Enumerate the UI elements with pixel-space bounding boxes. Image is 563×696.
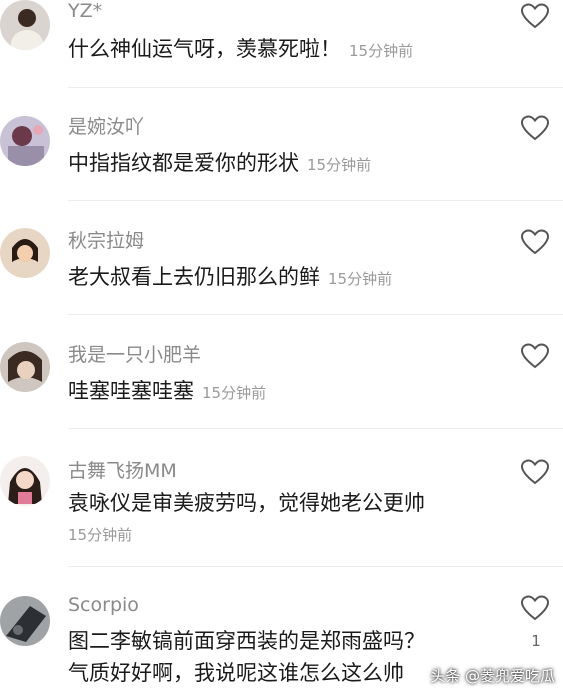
heart-outline-icon[interactable]	[520, 458, 550, 486]
comment-time: 15分钟前	[68, 526, 133, 544]
divider	[68, 200, 563, 201]
comment-content: 哇塞哇塞哇塞	[68, 379, 194, 403]
comment-text: 图二李敏镐前面穿西装的是郑雨盛吗？	[68, 629, 425, 653]
comment-text: 老大叔看上去仍旧那么的鲜 15分钟前	[68, 262, 392, 294]
avatar[interactable]	[0, 342, 50, 392]
comment-content: 什么神仙运气呀，羡慕死啦！	[68, 37, 341, 61]
avatar[interactable]	[0, 456, 50, 506]
comment-time: 15分钟前	[328, 270, 393, 288]
avatar[interactable]	[0, 0, 50, 50]
username[interactable]: YZ*	[68, 0, 102, 22]
heart-outline-icon[interactable]	[520, 342, 550, 370]
avatar[interactable]	[0, 116, 50, 166]
avatar[interactable]	[0, 596, 50, 646]
comment-text: 什么神仙运气呀，羡慕死啦！ 15分钟前	[68, 34, 413, 66]
username[interactable]: Scorpio	[68, 594, 139, 616]
comment-time: 15分钟前	[349, 42, 414, 60]
divider	[68, 566, 563, 567]
like-count: 1	[531, 632, 541, 650]
comment-text: 气质好好啊，我说呢这谁怎么这么帅	[68, 661, 404, 685]
comment-text: 中指指纹都是爱你的形状 15分钟前	[68, 148, 371, 180]
username[interactable]: 我是一只小肥羊	[68, 340, 201, 367]
username[interactable]: 是婉汝吖	[68, 112, 144, 139]
divider	[68, 314, 563, 315]
comment-content: 中指指纹都是爱你的形状	[68, 151, 299, 175]
divider	[68, 87, 563, 88]
heart-outline-icon[interactable]	[520, 2, 550, 30]
avatar[interactable]	[0, 228, 50, 278]
heart-outline-icon[interactable]	[520, 228, 550, 256]
divider	[68, 428, 563, 429]
username[interactable]: 古舞飞扬MM	[68, 456, 177, 483]
comment-text: 哇塞哇塞哇塞 15分钟前	[68, 376, 266, 408]
comment-time: 15分钟前	[202, 384, 267, 402]
heart-outline-icon[interactable]	[520, 114, 550, 142]
comment-time: 15分钟前	[307, 156, 372, 174]
comment-text: 袁咏仪是审美疲劳吗，觉得她老公更帅	[68, 491, 425, 515]
comment-content: 老大叔看上去仍旧那么的鲜	[68, 265, 320, 289]
watermark: 头条 @菱兜爱吃瓜	[430, 667, 555, 685]
heart-outline-icon[interactable]	[520, 594, 550, 622]
username[interactable]: 秋宗拉姆	[68, 226, 144, 253]
